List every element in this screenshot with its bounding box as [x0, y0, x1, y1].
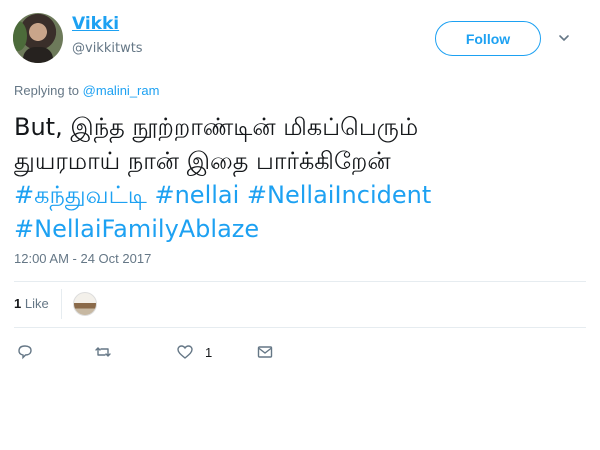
stat-separator — [61, 289, 62, 319]
like-button[interactable]: 1 — [176, 343, 212, 361]
liker-avatar[interactable] — [73, 292, 97, 316]
likes-count: 1 — [14, 296, 22, 311]
retweet-button[interactable] — [94, 343, 112, 361]
hashtag-link[interactable]: #nellai — [154, 181, 239, 209]
tweet-text: But, இந்த நூற்றாண்டின் மிகப்பெரும் துயரம… — [14, 110, 584, 246]
tweet-hashtag-line: #NellaiFamilyAblaze — [14, 212, 584, 246]
envelope-icon — [257, 346, 273, 358]
retweet-icon — [95, 347, 111, 357]
user-handle[interactable]: @vikkitwts — [72, 41, 143, 56]
replying-to-label: Replying to — [14, 83, 80, 98]
replying-to-mention[interactable]: @malini_ram — [83, 83, 160, 98]
tweet-timestamp[interactable]: 12:00 AM - 24 Oct 2017 — [14, 251, 151, 266]
follow-button[interactable]: Follow — [435, 21, 541, 56]
tweet-hashtag-line: #கந்துவட்டி #nellai #NellaiIncident — [14, 178, 584, 212]
likes-label: Like — [24, 296, 49, 311]
avatar-background — [13, 21, 27, 51]
user-avatar[interactable] — [13, 13, 63, 63]
tweet-line: But, இந்த நூற்றாண்டின் மிகப்பெரும் — [14, 113, 419, 141]
reply-button[interactable] — [16, 343, 34, 361]
replying-to: Replying to @malini_ram — [14, 83, 159, 98]
reply-icon — [18, 345, 32, 360]
user-name[interactable]: Vikki — [72, 14, 119, 34]
direct-message-button[interactable] — [256, 343, 274, 361]
heart-icon — [177, 345, 193, 359]
tweet-line: துயரமாய் நான் இதை பார்க்கிறேன் — [14, 147, 391, 175]
divider — [14, 281, 586, 282]
hashtag-link[interactable]: #கந்துவட்டி — [14, 181, 147, 209]
like-count: 1 — [205, 344, 213, 360]
divider — [14, 327, 586, 328]
hashtag-link[interactable]: #NellaiIncident — [247, 181, 431, 209]
avatar-shirt — [23, 47, 53, 63]
chevron-down-icon[interactable] — [558, 32, 570, 44]
hashtag-link[interactable]: #NellaiFamilyAblaze — [14, 215, 259, 243]
likes-stat[interactable]: 1 Like — [14, 296, 49, 311]
